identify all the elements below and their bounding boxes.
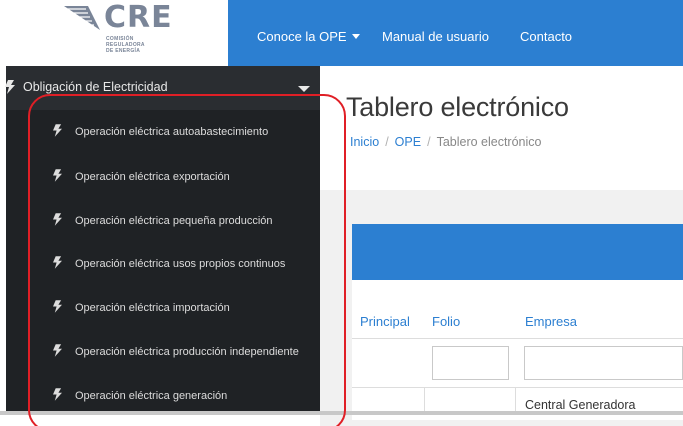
- bolt-icon: [53, 300, 62, 313]
- bolt-icon: [5, 80, 15, 94]
- sidebar-item-label: Operación eléctrica importación: [75, 302, 230, 314]
- sidebar-group-obligacion-electricidad[interactable]: Obligación de Electricidad: [5, 66, 320, 110]
- table-cell-divider: [424, 387, 425, 411]
- table-cell-divider: [515, 387, 516, 411]
- bolt-icon: [53, 169, 62, 182]
- sidebar: Obligación de Electricidad Operación elé…: [5, 66, 320, 412]
- breadcrumb-separator: /: [385, 135, 389, 149]
- sidebar-item-usos-propios-continuos[interactable]: Operación eléctrica usos propios continu…: [6, 249, 320, 279]
- top-navbar: Conoce la OPE Manual de usuario Contacto: [228, 0, 683, 66]
- sidebar-item-label: Operación eléctrica autoabastecimiento: [75, 126, 269, 138]
- folio-filter-input[interactable]: [432, 346, 509, 380]
- sidebar-item-label: Operación eléctrica pequeña producción: [75, 215, 273, 227]
- bolt-icon: [53, 388, 62, 401]
- column-header-empresa[interactable]: Empresa: [525, 314, 577, 329]
- caret-down-icon: [351, 34, 360, 39]
- caret-down-icon: [298, 86, 310, 92]
- empresa-filter-input[interactable]: [524, 346, 683, 380]
- table-divider: [352, 387, 683, 388]
- sidebar-item-pequena-produccion[interactable]: Operación eléctrica pequeña producción: [6, 206, 320, 236]
- breadcrumb-current: Tablero electrónico: [436, 135, 542, 149]
- nav-contacto[interactable]: Contacto: [520, 29, 572, 45]
- logo[interactable]: CRE COMISIÓN REGULADORA DE ENERGÍA: [0, 0, 228, 66]
- bolt-icon: [53, 213, 62, 226]
- column-header-folio[interactable]: Folio: [432, 314, 460, 329]
- table-divider: [352, 338, 683, 339]
- cre-logo-mark-icon: [64, 6, 100, 30]
- sidebar-item-label: Operación eléctrica producción independi…: [75, 346, 299, 358]
- sidebar-item-exportacion[interactable]: Operación eléctrica exportación: [6, 162, 320, 192]
- breadcrumb-ope[interactable]: OPE: [395, 135, 421, 149]
- logo-text: CRE: [104, 0, 173, 35]
- sidebar-item-autoabastecimiento[interactable]: Operación eléctrica autoabastecimiento: [6, 117, 320, 147]
- bolt-icon: [53, 344, 62, 357]
- logo-subtitle: COMISIÓN REGULADORA DE ENERGÍA: [106, 36, 145, 54]
- column-header-principal[interactable]: Principal: [360, 314, 410, 329]
- breadcrumb-inicio[interactable]: Inicio: [350, 135, 379, 149]
- table-cell-empresa: Central Generadora: [525, 398, 636, 412]
- breadcrumb: Inicio / OPE / Tablero electrónico: [350, 135, 541, 149]
- panel-header: [352, 224, 683, 280]
- page-title: Tablero electrónico: [346, 92, 569, 122]
- nav-conoce-la-ope-label: Conoce la OPE: [257, 29, 347, 44]
- sidebar-item-label: Operación eléctrica usos propios continu…: [75, 258, 286, 270]
- horizontal-scrollbar[interactable]: [0, 411, 683, 415]
- bolt-icon: [53, 124, 62, 137]
- nav-manual-de-usuario[interactable]: Manual de usuario: [382, 29, 489, 45]
- sidebar-group-label: Obligación de Electricidad: [23, 80, 168, 94]
- sidebar-item-label: Operación eléctrica exportación: [75, 171, 230, 183]
- nav-conoce-la-ope[interactable]: Conoce la OPE: [257, 29, 360, 45]
- breadcrumb-separator: /: [427, 135, 431, 149]
- bolt-icon: [53, 256, 62, 269]
- sidebar-item-label: Operación eléctrica generación: [75, 390, 228, 402]
- sidebar-item-importacion[interactable]: Operación eléctrica importación: [6, 293, 320, 323]
- nav-manual-de-usuario-label: Manual de usuario: [382, 29, 489, 44]
- nav-contacto-label: Contacto: [520, 29, 573, 44]
- sidebar-item-produccion-independiente[interactable]: Operación eléctrica producción independi…: [6, 337, 320, 367]
- sidebar-item-generacion[interactable]: Operación eléctrica generación: [6, 381, 320, 411]
